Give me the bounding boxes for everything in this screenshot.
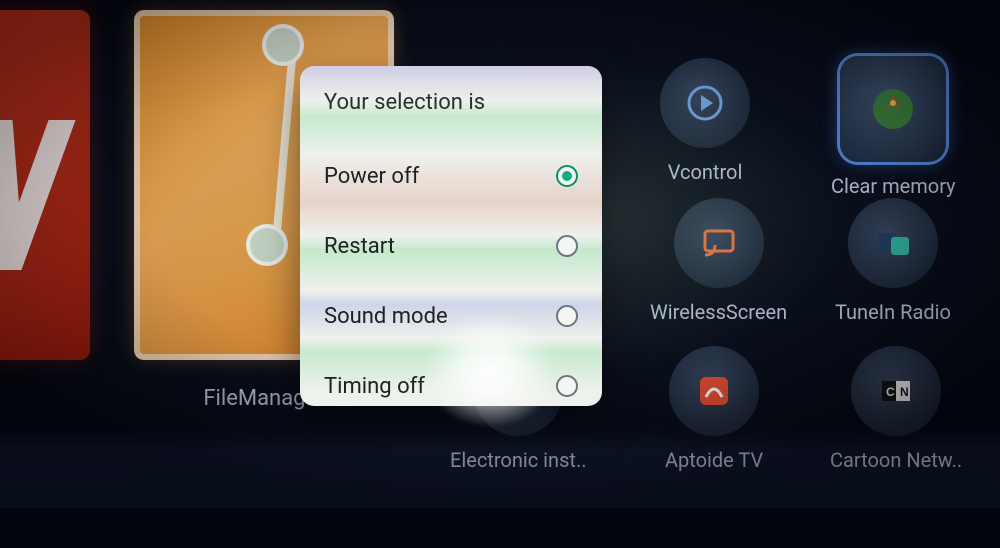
dialog-title: Your selection is (324, 90, 578, 115)
app-label: Cartoon Netw.. (830, 448, 962, 472)
radio-icon (556, 375, 578, 397)
wps-icon (0, 10, 90, 360)
rocket-icon (840, 56, 946, 162)
app-tile-clearmemory[interactable]: Clear memory (831, 56, 956, 198)
app-tile-aptoide[interactable]: Aptoide TV (665, 346, 763, 472)
app-label: Vcontrol (668, 160, 743, 184)
app-label: Electronic inst.. (450, 448, 587, 472)
app-label: Clear memory (831, 174, 956, 198)
vcontrol-icon (660, 58, 750, 148)
aptoide-icon (669, 346, 759, 436)
app-tile-vcontrol[interactable]: Vcontrol (660, 58, 750, 184)
option-label: Sound mode (324, 304, 448, 329)
svg-text:N: N (900, 385, 909, 399)
option-label: Restart (324, 234, 395, 259)
app-tile-wps[interactable]: WPS (0, 10, 90, 411)
radio-icon (556, 305, 578, 327)
cast-icon (674, 198, 764, 288)
app-tile-cartoon[interactable]: CN Cartoon Netw.. (830, 346, 962, 472)
app-label: Aptoide TV (665, 448, 763, 472)
app-tile-wirelessscreen[interactable]: WirelessScreen (650, 198, 787, 324)
power-dialog: Your selection is Power off Restart Soun… (300, 66, 602, 406)
app-label: TuneIn Radio (835, 300, 951, 324)
option-label: Timing off (324, 374, 425, 399)
radio-icon (556, 235, 578, 257)
option-label: Power off (324, 164, 419, 189)
svg-text:C: C (886, 385, 895, 399)
dialog-option-soundmode[interactable]: Sound mode (324, 281, 578, 351)
radio-icon (556, 165, 578, 187)
app-label: WirelessScreen (650, 300, 787, 324)
cartoon-network-icon: CN (851, 346, 941, 436)
dialog-option-poweroff[interactable]: Power off (324, 141, 578, 211)
app-tile-tunein[interactable]: TuneIn Radio (835, 198, 951, 324)
dialog-option-restart[interactable]: Restart (324, 211, 578, 281)
tunein-icon (848, 198, 938, 288)
dialog-option-timingoff[interactable]: Timing off (324, 351, 578, 406)
